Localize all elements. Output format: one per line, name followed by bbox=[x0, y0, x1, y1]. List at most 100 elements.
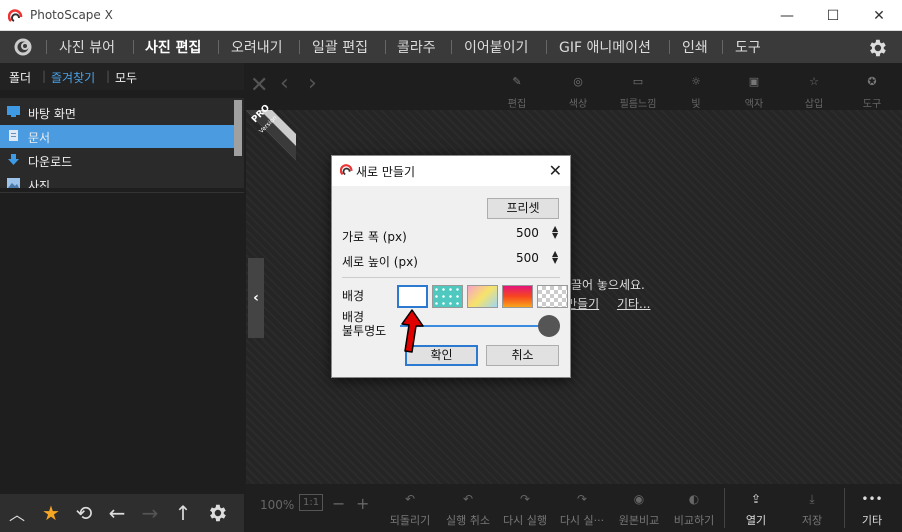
app-logo-icon bbox=[340, 164, 353, 176]
redo-icon: ↷ bbox=[519, 492, 531, 506]
swatch-transparent[interactable] bbox=[537, 285, 568, 308]
film-icon: ▭ bbox=[632, 74, 644, 88]
panel-settings-gear-icon[interactable] bbox=[206, 502, 228, 524]
zoom-level[interactable]: 100% bbox=[260, 498, 294, 512]
menu-photo-editor[interactable]: 사진 편집 bbox=[145, 37, 201, 57]
dialog-title-bar: 새로 만들기 ✕ bbox=[332, 156, 570, 186]
close-window-button[interactable]: ✕ bbox=[856, 0, 902, 31]
app-logo-icon bbox=[8, 9, 23, 22]
swatch-pastel-gradient[interactable] bbox=[467, 285, 498, 308]
save-download-icon: ⤓ bbox=[809, 491, 815, 506]
menu-collage[interactable]: 콜라주 bbox=[397, 37, 436, 57]
width-value: 500 bbox=[516, 226, 539, 240]
favorites-folder-list: 바탕 화면 문서 다운로드 사진 bbox=[0, 98, 244, 188]
tool-edit[interactable]: ✎ 편집 bbox=[492, 67, 542, 111]
menu-batch[interactable]: 일괄 편집 bbox=[312, 37, 368, 57]
menu-separator bbox=[451, 40, 452, 54]
width-spinner[interactable]: 500 ▲ ▼ bbox=[516, 225, 558, 241]
folder-label: 문서 bbox=[28, 131, 51, 145]
palette-icon: ✪ bbox=[867, 74, 877, 88]
title-bar: PhotoScape X — ☐ ✕ bbox=[0, 0, 902, 31]
picture-icon bbox=[7, 178, 20, 188]
open-button[interactable]: ⇪ 열기 bbox=[728, 486, 784, 528]
redo-all-button[interactable]: ↷ 다시 실··· bbox=[554, 486, 610, 528]
revert-button[interactable]: ↶ 되돌리기 bbox=[382, 486, 438, 528]
tool-insert[interactable]: ☆ 삽입 bbox=[789, 67, 839, 111]
menu-separator bbox=[722, 40, 723, 54]
tool-tools[interactable]: ✪ 도구 bbox=[847, 67, 897, 111]
menu-cut-out[interactable]: 오려내기 bbox=[231, 37, 283, 57]
sun-icon: ☼ bbox=[691, 74, 701, 88]
opacity-slider-knob[interactable] bbox=[538, 315, 560, 337]
folder-item-downloads[interactable]: 다운로드 bbox=[0, 149, 234, 172]
collapse-up-icon[interactable]: ︿ bbox=[6, 502, 28, 524]
redo-button[interactable]: ↷ 다시 실행 bbox=[497, 486, 553, 528]
document-icon bbox=[9, 130, 18, 141]
spinner-arrows-icon[interactable]: ▲ ▼ bbox=[552, 225, 558, 240]
file-browser-area bbox=[0, 192, 244, 494]
download-icon bbox=[8, 154, 19, 165]
collapse-left-panel-button[interactable]: ‹ bbox=[248, 258, 264, 338]
red-pointer-arrow-icon bbox=[401, 309, 424, 353]
menu-separator bbox=[133, 40, 134, 54]
more-link[interactable]: 기타... bbox=[617, 297, 651, 311]
cancel-button[interactable]: 취소 bbox=[486, 345, 559, 366]
folder-list-scrollbar[interactable] bbox=[234, 100, 242, 156]
menu-photo-viewer[interactable]: 사진 뷰어 bbox=[59, 37, 115, 57]
background-label: 배경 bbox=[342, 289, 365, 303]
minimize-button[interactable]: — bbox=[764, 0, 810, 31]
more-button[interactable]: ••• 기타 bbox=[844, 486, 900, 528]
undo-button[interactable]: ↶ 실행 취소 bbox=[440, 486, 496, 528]
zoom-in-icon[interactable]: + bbox=[356, 494, 369, 513]
zoom-out-icon[interactable]: − bbox=[332, 494, 345, 513]
more-dots-icon: ••• bbox=[861, 492, 883, 506]
home-logo-icon[interactable] bbox=[12, 37, 34, 57]
refresh-icon[interactable]: ⟲ bbox=[73, 501, 95, 525]
back-arrow-icon[interactable]: ← bbox=[106, 501, 128, 525]
swatch-warm-gradient[interactable] bbox=[502, 285, 533, 308]
tab-all[interactable]: 모두 bbox=[115, 69, 137, 86]
close-image-icon[interactable]: ✕ bbox=[250, 73, 268, 98]
forward-arrow-icon[interactable]: → bbox=[139, 501, 161, 525]
window-title: PhotoScape X bbox=[30, 8, 113, 22]
folder-item-pictures[interactable]: 사진 bbox=[0, 173, 234, 188]
settings-gear-icon[interactable] bbox=[866, 37, 888, 59]
height-spinner[interactable]: 500 ▲ ▼ bbox=[516, 250, 558, 266]
undo-icon: ↶ bbox=[462, 492, 474, 506]
editor-bottom-toolbar: 100% 1:1 − + ↶ 되돌리기 ↶ 실행 취소 ↷ 다시 실행 ↷ 다시… bbox=[246, 484, 902, 532]
swatch-dots[interactable] bbox=[432, 285, 463, 308]
up-arrow-icon[interactable]: ↑ bbox=[172, 501, 194, 525]
maximize-button[interactable]: ☐ bbox=[810, 0, 856, 31]
menu-separator bbox=[385, 40, 386, 54]
width-label: 가로 폭 (px) bbox=[342, 230, 407, 244]
compare-button[interactable]: ◐ 비교하기 bbox=[666, 486, 722, 528]
next-image-icon[interactable]: › bbox=[308, 71, 317, 96]
folder-item-desktop[interactable]: 바탕 화면 bbox=[0, 101, 234, 124]
menu-tools[interactable]: 도구 bbox=[735, 37, 761, 57]
height-label: 세로 높이 (px) bbox=[342, 255, 418, 269]
tool-color[interactable]: ◎ 색상 bbox=[553, 67, 603, 111]
dialog-close-icon[interactable]: ✕ bbox=[549, 161, 562, 180]
tool-film[interactable]: ▭ 필름느낌 bbox=[613, 67, 663, 111]
editor-top-toolbar: ✕ ‹ › ✎ 편집 ◎ 색상 ▭ 필름느낌 ☼ 빛 ▣ 액자 ☆ 삽입 ✪ 도… bbox=[246, 63, 902, 110]
tab-favorites[interactable]: 즐겨찾기 bbox=[51, 69, 95, 86]
tool-light[interactable]: ☼ 빛 bbox=[671, 67, 721, 111]
folder-label: 사진 bbox=[28, 179, 51, 188]
compare-original-icon: ◉ bbox=[633, 492, 645, 506]
menu-print[interactable]: 인쇄 bbox=[682, 37, 708, 57]
save-button[interactable]: ⤓ 저장 bbox=[784, 486, 840, 528]
previous-image-icon[interactable]: ‹ bbox=[280, 71, 289, 96]
menu-gif-animation[interactable]: GIF 애니메이션 bbox=[559, 37, 651, 57]
folder-label: 다운로드 bbox=[28, 155, 73, 169]
preset-button[interactable]: 프리셋 bbox=[487, 198, 559, 219]
tab-folders[interactable]: 폴더 bbox=[9, 69, 31, 86]
swatch-white[interactable] bbox=[397, 285, 428, 308]
menu-separator bbox=[546, 40, 547, 54]
menu-combine[interactable]: 이어붙이기 bbox=[464, 37, 528, 57]
actual-size-button[interactable]: 1:1 bbox=[299, 494, 324, 511]
spinner-arrows-icon[interactable]: ▲ ▼ bbox=[552, 250, 558, 265]
favorite-star-icon[interactable]: ★ bbox=[40, 501, 62, 525]
folder-item-documents[interactable]: 문서 bbox=[0, 125, 234, 148]
compare-original-button[interactable]: ◉ 원본비교 bbox=[611, 486, 667, 528]
tool-frame[interactable]: ▣ 액자 bbox=[729, 67, 779, 111]
